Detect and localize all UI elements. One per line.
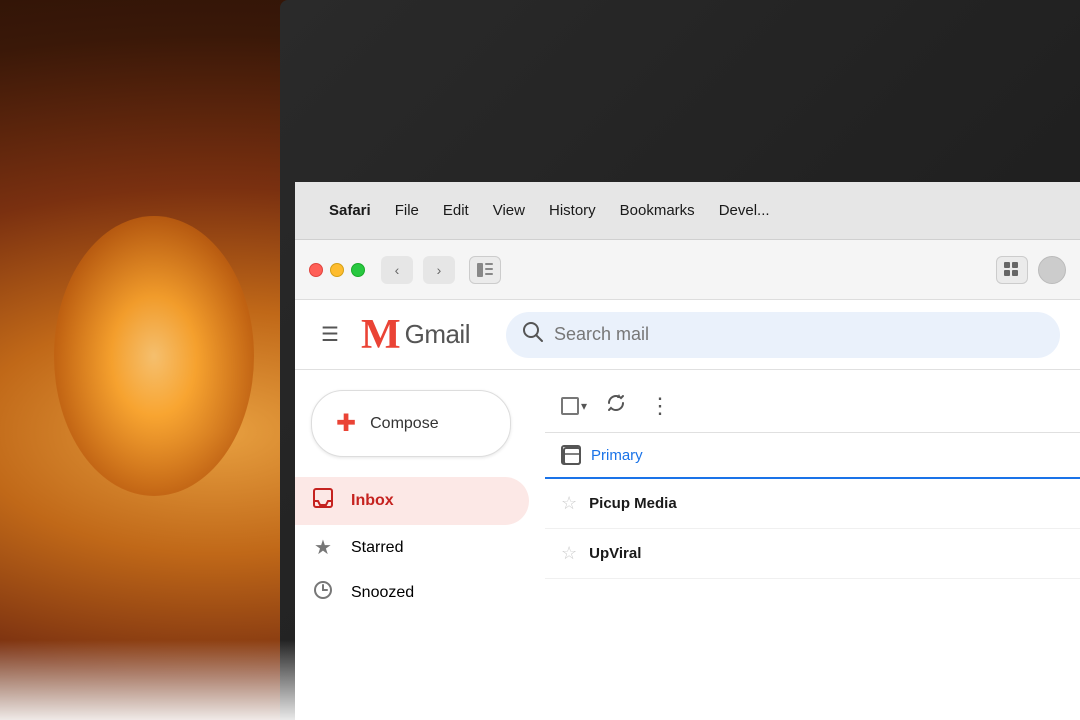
primary-tab-icon	[561, 445, 581, 465]
minimize-button[interactable]	[330, 263, 344, 277]
menubar-bookmarks[interactable]: Bookmarks	[610, 198, 705, 223]
gmail-wordmark: Gmail	[405, 319, 470, 350]
table-row[interactable]: ☆ UpViral	[545, 529, 1080, 579]
select-dropdown-arrow[interactable]: ▾	[581, 399, 587, 413]
compose-button[interactable]: ✚ Compose	[311, 390, 511, 457]
compose-label: Compose	[370, 415, 438, 433]
hamburger-menu-button[interactable]: ☰	[315, 316, 345, 353]
fullscreen-button[interactable]	[351, 263, 365, 277]
back-button[interactable]: ‹	[381, 256, 413, 284]
sidebar-toggle-icon	[477, 263, 493, 277]
gmail-sidebar: ✚ Compose Inbox ★ Starred Snoozed	[295, 370, 545, 720]
browser-actions	[996, 256, 1066, 284]
starred-label: Starred	[351, 539, 403, 557]
grid-icon	[1004, 262, 1020, 278]
star-icon[interactable]: ☆	[561, 543, 577, 564]
back-arrow-icon: ‹	[395, 262, 400, 278]
search-placeholder: Search mail	[554, 324, 649, 345]
browser-chrome: ‹ ›	[295, 240, 1080, 300]
sidebar-toggle-button[interactable]	[469, 256, 501, 284]
star-icon[interactable]: ☆	[561, 493, 577, 514]
compose-plus-icon: ✚	[336, 409, 356, 438]
menubar-view[interactable]: View	[483, 198, 535, 223]
starred-icon: ★	[311, 535, 335, 560]
inbox-icon	[311, 487, 335, 515]
more-options-button[interactable]: ⋮	[645, 389, 675, 423]
menubar-develop[interactable]: Devel...	[709, 198, 780, 223]
traffic-lights	[309, 263, 365, 277]
search-icon	[522, 321, 544, 349]
primary-tab-label: Primary	[591, 447, 643, 464]
primary-tab[interactable]: Primary	[545, 433, 1080, 479]
profile-avatar[interactable]	[1038, 256, 1066, 284]
snoozed-label: Snoozed	[351, 584, 414, 602]
menubar-safari[interactable]: Safari	[319, 198, 381, 223]
table-row[interactable]: ☆ Picup Media	[545, 479, 1080, 529]
sidebar-item-starred[interactable]: ★ Starred	[295, 525, 529, 570]
menubar-edit[interactable]: Edit	[433, 198, 479, 223]
search-bar[interactable]: Search mail	[506, 312, 1060, 358]
grid-button[interactable]	[996, 256, 1028, 284]
menubar-history[interactable]: History	[539, 198, 606, 223]
email-sender: Picup Media	[589, 495, 709, 512]
select-all-checkbox[interactable]: ▾	[561, 397, 587, 415]
gmail-logo: M Gmail	[361, 314, 470, 356]
gmail-header: ☰ M Gmail Search mail	[295, 300, 1080, 370]
email-toolbar: ▾ ⋮	[545, 380, 1080, 433]
gmail-m-logo: M	[361, 314, 399, 356]
close-button[interactable]	[309, 263, 323, 277]
snoozed-icon	[311, 580, 335, 606]
sidebar-item-snoozed[interactable]: Snoozed	[295, 570, 529, 616]
menubar-file[interactable]: File	[385, 198, 429, 223]
inbox-label: Inbox	[351, 492, 394, 510]
menubar: Safari File Edit View History Bookmarks …	[295, 182, 1080, 240]
refresh-button[interactable]	[601, 388, 631, 424]
forward-button[interactable]: ›	[423, 256, 455, 284]
email-sender: UpViral	[589, 545, 709, 562]
checkbox-icon[interactable]	[561, 397, 579, 415]
forward-arrow-icon: ›	[437, 262, 442, 278]
sidebar-item-inbox[interactable]: Inbox	[295, 477, 529, 525]
gmail-main: ▾ ⋮ Primary ☆ Picup Media ☆ UpViral	[545, 370, 1080, 720]
